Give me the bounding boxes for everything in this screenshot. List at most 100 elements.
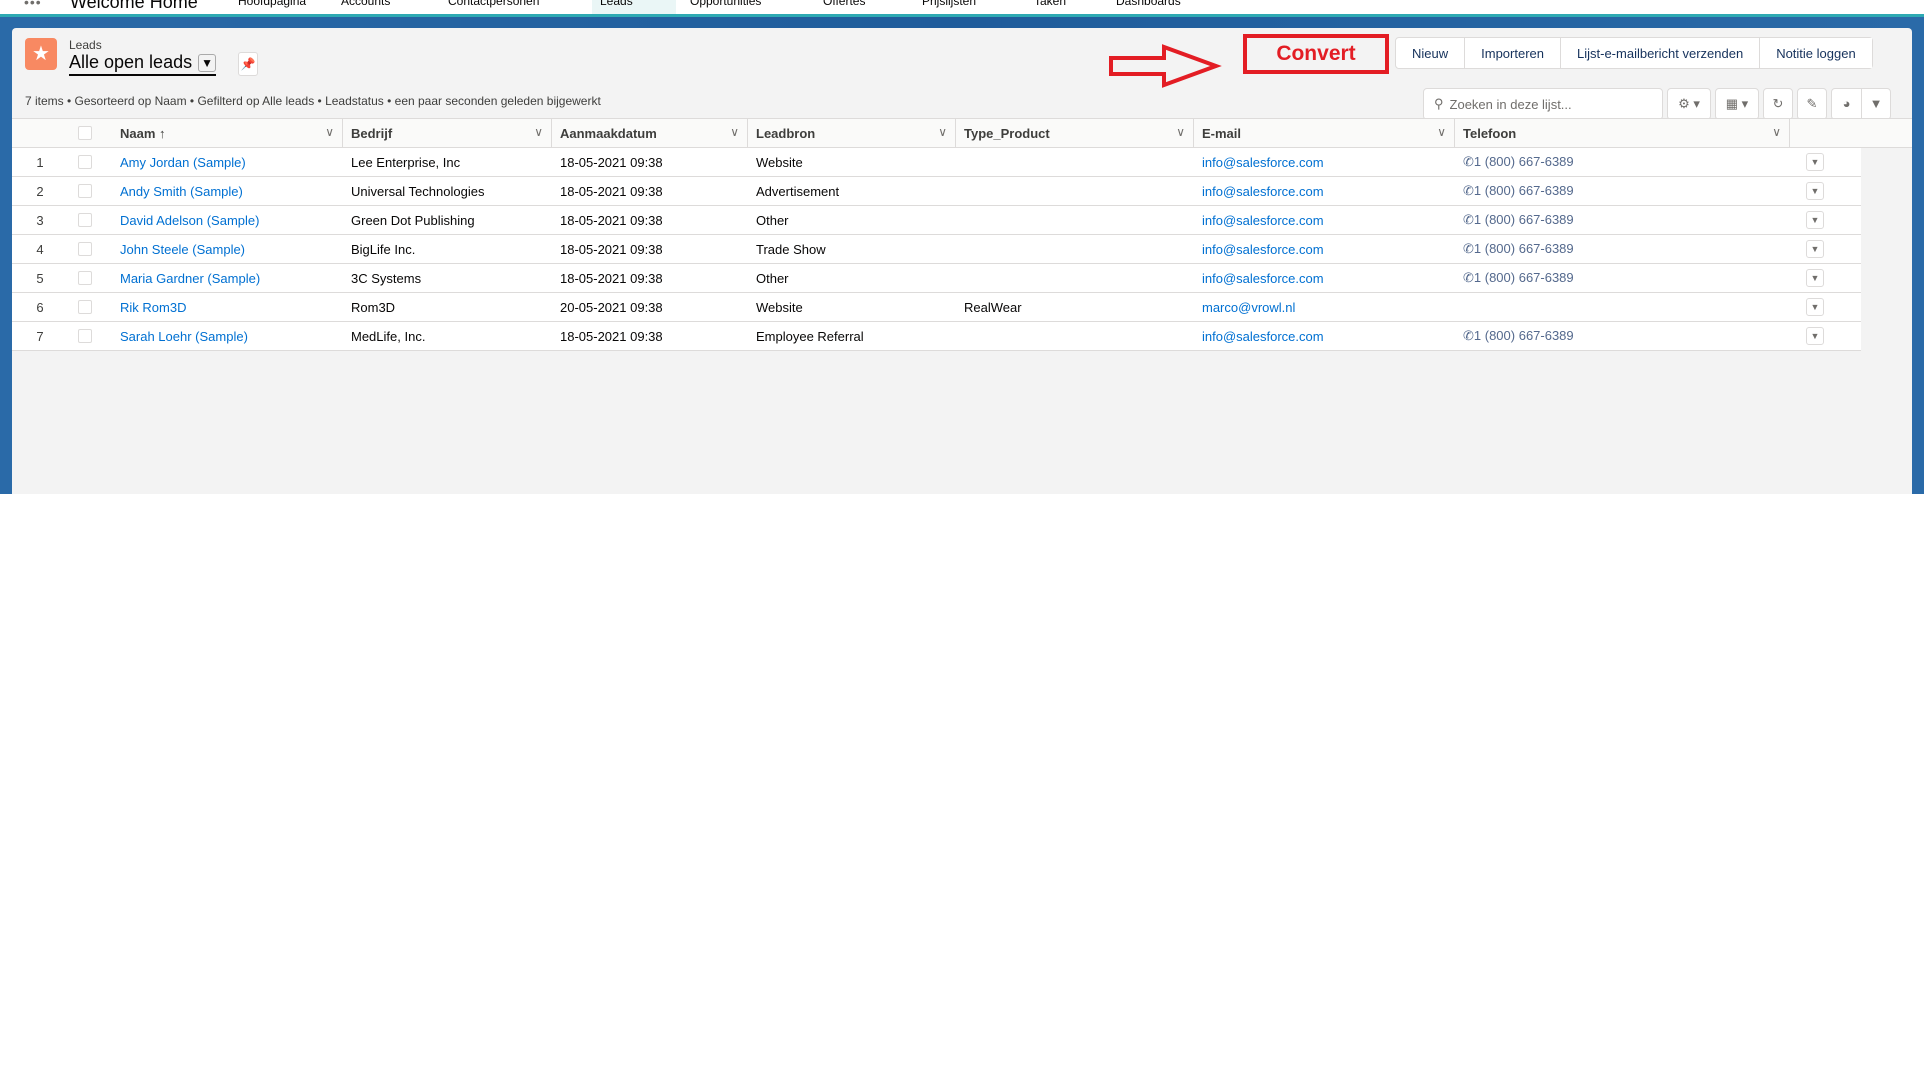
send-list-email-button[interactable]: Lijst-e-mailbericht verzenden [1560, 38, 1760, 68]
row-actions-dropdown[interactable]: ▼ [1806, 211, 1824, 229]
click-to-dial-phone-icon[interactable]: ✆ [1463, 154, 1474, 169]
company-cell: Lee Enterprise, Inc [351, 154, 461, 170]
select-all-checkbox[interactable] [68, 119, 112, 147]
nav-tab-hoofdpagina[interactable]: Hoofdpagina [230, 0, 314, 14]
refresh-button[interactable]: ↻ [1763, 88, 1793, 120]
company-cell: BigLife Inc. [351, 241, 416, 257]
column-header-bedrijf[interactable]: Bedrijf ∨ [343, 119, 552, 147]
click-to-dial-phone-icon[interactable]: ✆ [1463, 183, 1474, 198]
email-link[interactable]: info@salesforce.com [1202, 242, 1324, 257]
row-number: 6 [36, 299, 44, 315]
column-header-telefoon[interactable]: Telefoon ∨ [1455, 119, 1790, 147]
nav-tab-taken[interactable]: Taken [1026, 0, 1074, 14]
row-actions-dropdown[interactable]: ▼ [1806, 298, 1824, 316]
pencil-icon: ✎ [1806, 96, 1818, 111]
app-launcher-icon[interactable]: ••• [24, 0, 42, 10]
chart-filter-group: ◕ ▼ [1831, 88, 1891, 120]
chevron-down-icon[interactable]: ∨ [730, 125, 739, 139]
table-header: Naam ↑ ∨ Bedrijf ∨ Aanmaakdatum ∨ Leadbron ∨… [12, 118, 1912, 148]
row-number: 7 [36, 328, 44, 344]
refresh-icon: ↻ [1772, 96, 1784, 111]
created-date-cell: 20-05-2021 09:38 [560, 299, 663, 315]
email-link[interactable]: info@salesforce.com [1202, 213, 1324, 228]
created-date-cell: 18-05-2021 09:38 [560, 328, 663, 344]
row-actions-dropdown[interactable]: ▼ [1806, 182, 1824, 200]
lead-name-link[interactable]: Rik Rom3D [120, 300, 186, 315]
chevron-down-icon[interactable]: ∨ [938, 125, 947, 139]
log-note-button[interactable]: Notitie loggen [1759, 38, 1872, 68]
row-checkbox[interactable] [68, 329, 112, 343]
phone-link[interactable]: 1 (800) 667-6389 [1474, 183, 1574, 198]
lead-name-link[interactable]: Maria Gardner (Sample) [120, 271, 260, 286]
lead-name-link[interactable]: Amy Jordan (Sample) [120, 155, 246, 170]
email-link[interactable]: info@salesforce.com [1202, 155, 1324, 170]
chevron-down-icon[interactable]: ∨ [534, 125, 543, 139]
chevron-down-icon[interactable]: ∨ [1176, 125, 1185, 139]
lead-name-link[interactable]: John Steele (Sample) [120, 242, 245, 257]
lead-name-link[interactable]: Sarah Loehr (Sample) [120, 329, 248, 344]
nav-tab-contactpersonen[interactable]: Contactpersonen [440, 0, 547, 14]
created-date-cell: 18-05-2021 09:38 [560, 270, 663, 286]
new-button[interactable]: Nieuw [1396, 38, 1465, 68]
created-date-cell: 18-05-2021 09:38 [560, 212, 663, 228]
chevron-down-icon[interactable]: ∨ [325, 125, 334, 139]
search-input[interactable] [1449, 96, 1650, 112]
click-to-dial-phone-icon[interactable]: ✆ [1463, 328, 1474, 343]
display-as-button[interactable]: ▦ ▾ [1715, 88, 1759, 120]
pin-icon[interactable]: 📌 [238, 52, 258, 76]
click-to-dial-phone-icon[interactable]: ✆ [1463, 270, 1474, 285]
row-checkbox[interactable] [68, 213, 112, 227]
list-settings-button[interactable]: ⚙ ▾ [1667, 88, 1711, 120]
phone-link[interactable]: 1 (800) 667-6389 [1474, 212, 1574, 227]
convert-annotation: Convert [1243, 34, 1389, 74]
phone-link[interactable]: 1 (800) 667-6389 [1474, 328, 1574, 343]
chevron-down-icon[interactable]: ∨ [1437, 125, 1446, 139]
column-header-type-product[interactable]: Type_Product ∨ [956, 119, 1194, 147]
row-checkbox[interactable] [68, 155, 112, 169]
lead-name-link[interactable]: David Adelson (Sample) [120, 213, 259, 228]
nav-tab-leads[interactable]: Leads [592, 0, 676, 14]
row-actions-dropdown[interactable]: ▼ [1806, 269, 1824, 287]
column-header-aanmaakdatum[interactable]: Aanmaakdatum ∨ [552, 119, 748, 147]
nav-tab-prijslijsten[interactable]: Prijslijsten [914, 0, 984, 14]
nav-tab-opportunities[interactable]: Opportunities [682, 0, 769, 14]
phone-link[interactable]: 1 (800) 667-6389 [1474, 154, 1574, 169]
list-view-panel: ★ Leads Alle open leads ▼ 📌 7 items • Ge… [12, 28, 1912, 494]
row-checkbox[interactable] [68, 271, 112, 285]
table-row: 3 David Adelson (Sample) Green Dot Publi… [12, 206, 1861, 235]
email-link[interactable]: info@salesforce.com [1202, 329, 1324, 344]
company-cell: Universal Technologies [351, 183, 485, 199]
filter-icon[interactable]: ▼ [1862, 89, 1890, 119]
chevron-down-icon[interactable]: ∨ [1772, 125, 1781, 139]
phone-link[interactable]: 1 (800) 667-6389 [1474, 270, 1574, 285]
column-header-naam[interactable]: Naam ↑ ∨ [112, 119, 343, 147]
column-header-leadbron[interactable]: Leadbron ∨ [748, 119, 956, 147]
nav-tab-dashboards[interactable]: Dashboards [1108, 0, 1189, 14]
chart-icon[interactable]: ◕ [1832, 89, 1862, 119]
import-button[interactable]: Importeren [1464, 38, 1560, 68]
list-search[interactable]: ⚲ [1423, 88, 1663, 120]
click-to-dial-phone-icon[interactable]: ✆ [1463, 212, 1474, 227]
row-actions-dropdown[interactable]: ▼ [1806, 153, 1824, 171]
nav-tab-accounts[interactable]: Accounts [333, 0, 398, 14]
email-link[interactable]: info@salesforce.com [1202, 271, 1324, 286]
column-header-email[interactable]: E-mail ∨ [1194, 119, 1455, 147]
sort-asc-icon: ↑ [159, 125, 166, 141]
lead-name-link[interactable]: Andy Smith (Sample) [120, 184, 243, 199]
list-view-selector[interactable]: Alle open leads ▼ [69, 52, 217, 76]
row-checkbox[interactable] [68, 300, 112, 314]
row-checkbox[interactable] [68, 242, 112, 256]
row-actions-dropdown[interactable]: ▼ [1806, 327, 1824, 345]
edit-list-button[interactable]: ✎ [1797, 88, 1827, 120]
row-checkbox[interactable] [68, 184, 112, 198]
email-link[interactable]: info@salesforce.com [1202, 184, 1324, 199]
click-to-dial-phone-icon[interactable]: ✆ [1463, 241, 1474, 256]
chevron-down-icon[interactable]: ▼ [198, 53, 217, 72]
row-actions-dropdown[interactable]: ▼ [1806, 240, 1824, 258]
email-link[interactable]: marco@vrowl.nl [1202, 300, 1295, 315]
row-number: 3 [36, 212, 44, 228]
red-arrow-annotation-icon [1109, 44, 1222, 88]
phone-link[interactable]: 1 (800) 667-6389 [1474, 241, 1574, 256]
nav-tab-offertes[interactable]: Offertes [815, 0, 873, 14]
action-button-group: Nieuw Importeren Lijst-e-mailbericht ver… [1395, 37, 1873, 69]
